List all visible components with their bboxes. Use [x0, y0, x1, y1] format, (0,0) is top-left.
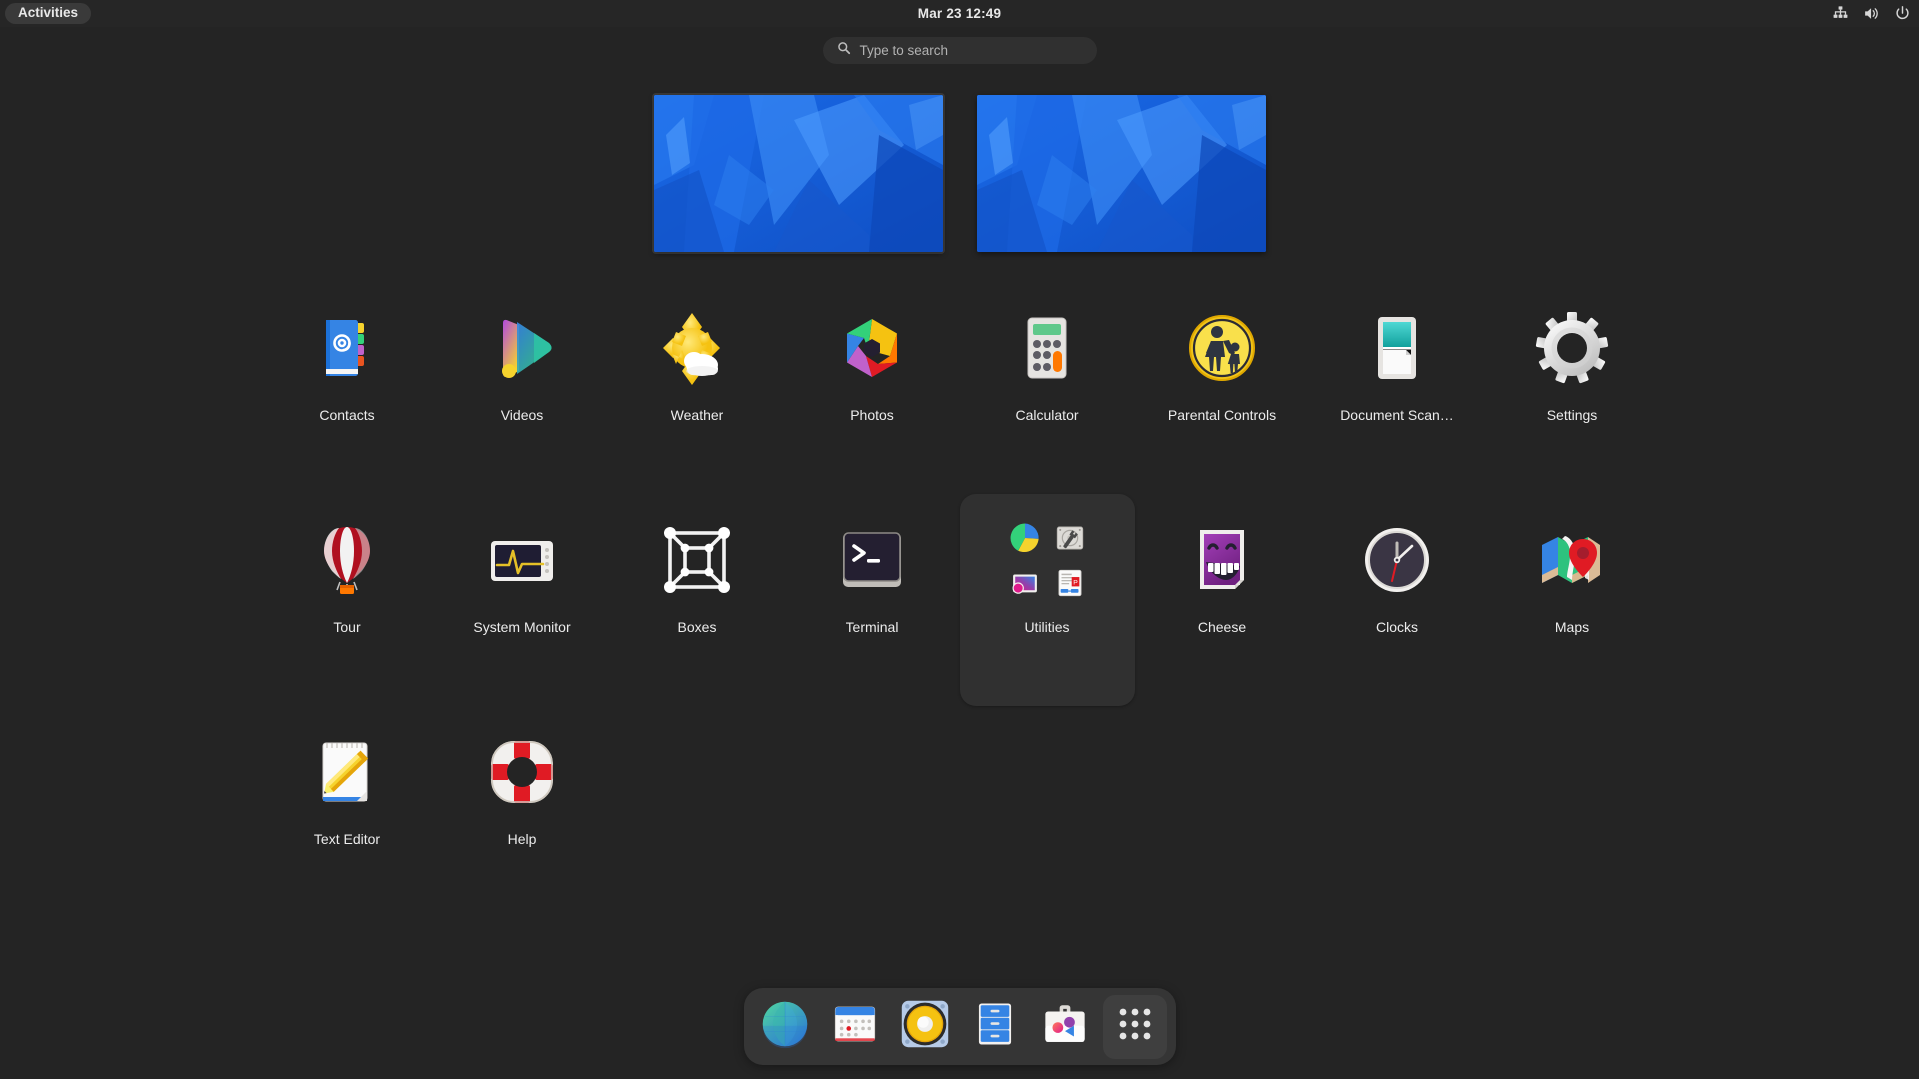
app-grid-icon	[1117, 1006, 1153, 1047]
app-label: Tour	[333, 619, 361, 635]
app-icon-cheese[interactable]: Cheese	[1135, 494, 1310, 706]
app-grid-empty-slot	[1135, 706, 1310, 918]
dock	[743, 988, 1176, 1065]
app-icon-videos[interactable]: Videos	[435, 282, 610, 494]
text-editor-icon	[299, 724, 395, 820]
app-grid-empty-slot	[610, 706, 785, 918]
search-input[interactable]: Type to search	[822, 37, 1097, 64]
app-label: System Monitor	[473, 619, 571, 635]
app-grid-row: Tour System Monitor Boxes Terminal P Uti…	[260, 494, 1660, 706]
app-icon-weather[interactable]: Weather	[610, 282, 785, 494]
briefcase-icon	[1040, 999, 1090, 1054]
dock-item-show-apps[interactable]	[1102, 994, 1167, 1059]
app-icon-clocks[interactable]: Clocks	[1310, 494, 1485, 706]
app-label: Terminal	[845, 619, 899, 635]
search-icon	[837, 41, 851, 60]
videos-icon	[474, 300, 570, 396]
dock-item-music[interactable]	[893, 995, 957, 1059]
speaker-icon	[899, 998, 951, 1055]
app-label: Maps	[1554, 619, 1590, 635]
app-icon-system-monitor[interactable]: System Monitor	[435, 494, 610, 706]
workspace-thumbnails	[0, 93, 1919, 254]
app-label: Calculator	[1015, 407, 1079, 423]
app-grid-empty-slot	[785, 706, 960, 918]
settings-gear-icon	[1524, 300, 1620, 396]
tour-balloon-icon	[299, 512, 395, 608]
app-label: Boxes	[677, 619, 717, 635]
app-label: Clocks	[1375, 619, 1418, 635]
network-wired-icon[interactable]	[1832, 5, 1849, 22]
power-icon[interactable]	[1894, 5, 1911, 22]
app-icon-document-scanner[interactable]: Document Scan…	[1310, 282, 1485, 494]
app-icon-parental-controls[interactable]: Parental Controls	[1135, 282, 1310, 494]
document-scanner-icon	[1349, 300, 1445, 396]
dock-item-web[interactable]	[753, 995, 817, 1059]
app-label: Videos	[500, 407, 544, 423]
disk-usage-analyzer-icon	[1005, 518, 1044, 557]
app-grid-empty-slot	[960, 706, 1135, 918]
app-icon-boxes[interactable]: Boxes	[610, 494, 785, 706]
cheese-icon	[1174, 512, 1270, 608]
app-folder-utilities[interactable]: P Utilities	[959, 494, 1135, 706]
app-grid-row: Text Editor Help	[260, 706, 1660, 918]
app-label: Help	[507, 831, 537, 847]
dock-item-software[interactable]	[1033, 995, 1097, 1059]
app-grid-empty-slot	[1485, 706, 1660, 918]
terminal-icon	[824, 512, 920, 608]
folder-preview-grid: P	[999, 512, 1095, 608]
search-placeholder-text: Type to search	[859, 42, 949, 58]
app-label: Contacts	[319, 407, 375, 423]
disks-icon	[1050, 518, 1089, 557]
app-label: Parental Controls	[1167, 407, 1277, 423]
photos-icon	[824, 300, 920, 396]
app-icon-tour[interactable]: Tour	[260, 494, 435, 706]
app-icon-terminal[interactable]: Terminal	[785, 494, 960, 706]
app-icon-maps[interactable]: Maps	[1485, 494, 1660, 706]
volume-icon[interactable]	[1863, 5, 1880, 22]
app-grid-row: Contacts Videos Weather Photos Calculato…	[260, 282, 1660, 494]
parental-controls-icon	[1174, 300, 1270, 396]
top-bar: Activities Mar 23 12:49	[0, 0, 1919, 27]
activities-button[interactable]: Activities	[5, 3, 92, 24]
calculator-icon	[999, 300, 1095, 396]
workspace-thumbnail-2[interactable]	[976, 95, 1266, 252]
document-viewer-icon: P	[1050, 563, 1089, 602]
help-lifering-icon	[474, 724, 570, 820]
app-icon-help[interactable]: Help	[435, 706, 610, 918]
app-icon-settings[interactable]: Settings	[1485, 282, 1660, 494]
clocks-icon	[1349, 512, 1445, 608]
status-area[interactable]	[1832, 0, 1911, 27]
app-label: Photos	[850, 407, 894, 423]
contacts-icon	[299, 300, 395, 396]
dock-item-calendar[interactable]	[823, 995, 887, 1059]
workspace-thumbnail-1[interactable]	[651, 93, 945, 254]
maps-icon	[1524, 512, 1620, 608]
boxes-icon	[649, 512, 745, 608]
datetime-clock[interactable]: Mar 23 12:49	[918, 6, 1001, 21]
clock-container: Mar 23 12:49	[0, 0, 1919, 27]
app-label: Utilities	[1024, 619, 1070, 635]
globe-icon	[759, 998, 811, 1055]
calendar-icon	[830, 999, 880, 1054]
system-monitor-icon	[474, 512, 570, 608]
app-icon-contacts[interactable]: Contacts	[260, 282, 435, 494]
file-cabinet-icon	[970, 999, 1020, 1054]
app-icon-photos[interactable]: Photos	[785, 282, 960, 494]
app-label: Cheese	[1197, 619, 1247, 635]
dock-item-files[interactable]	[963, 995, 1027, 1059]
app-icon-calculator[interactable]: Calculator	[960, 282, 1135, 494]
app-label: Settings	[1546, 407, 1598, 423]
app-label: Weather	[670, 407, 724, 423]
svg-text:P: P	[1073, 579, 1078, 586]
app-grid: Contacts Videos Weather Photos Calculato…	[0, 282, 1919, 918]
app-grid-empty-slot	[1310, 706, 1485, 918]
app-label: Text Editor	[313, 831, 381, 847]
image-viewer-icon	[1005, 563, 1044, 602]
weather-icon	[649, 300, 745, 396]
app-icon-text-editor[interactable]: Text Editor	[260, 706, 435, 918]
app-label: Document Scan…	[1340, 407, 1454, 423]
